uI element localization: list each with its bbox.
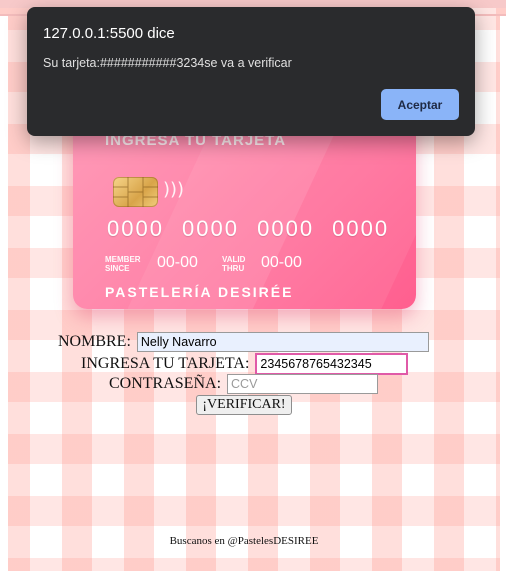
accept-button[interactable]: Aceptar — [381, 89, 459, 120]
dialog-title: 127.0.0.1:5500 dice — [43, 25, 175, 42]
valid-label-line1: VALID — [222, 255, 246, 264]
valid-label-line2: THRU — [222, 264, 245, 273]
card-row: INGRESA TU TARJETA: — [81, 353, 409, 375]
member-label-line2: SINCE — [105, 264, 130, 273]
chip-lines — [113, 177, 158, 207]
member-label-line1: MEMBER — [105, 255, 141, 264]
card-number-input[interactable] — [255, 353, 409, 375]
dialog-message: Su tarjeta:###########3234se va a verifi… — [43, 56, 292, 70]
password-row: CONTRASEÑA: — [109, 374, 379, 394]
ccv-input[interactable] — [227, 374, 379, 394]
member-since-value: 00-00 — [157, 254, 198, 271]
name-label: NOMBRE: — [58, 333, 131, 350]
alert-dialog: 127.0.0.1:5500 dice Su tarjeta:#########… — [27, 7, 475, 136]
verify-button[interactable]: ¡VERIFICAR! — [196, 395, 292, 415]
footer-text: Buscanos en @PastelesDESIREE — [169, 535, 319, 547]
valid-thru-label: VALID THRU — [222, 255, 245, 273]
card-brand: PASTELERÍA DESIRÉE — [105, 284, 294, 300]
member-since-label: MEMBER SINCE — [105, 255, 141, 273]
card-number: 0000 0000 0000 0000 — [107, 216, 390, 241]
left-margin — [0, 16, 8, 571]
contactless-icon: ))) — [163, 179, 185, 200]
valid-thru-value: 00-00 — [261, 254, 302, 271]
name-row: NOMBRE: — [58, 332, 429, 352]
card-label: INGRESA TU TARJETA: — [81, 355, 250, 372]
name-input[interactable] — [136, 332, 429, 352]
right-margin — [500, 16, 506, 571]
password-label: CONTRASEÑA: — [109, 375, 222, 392]
